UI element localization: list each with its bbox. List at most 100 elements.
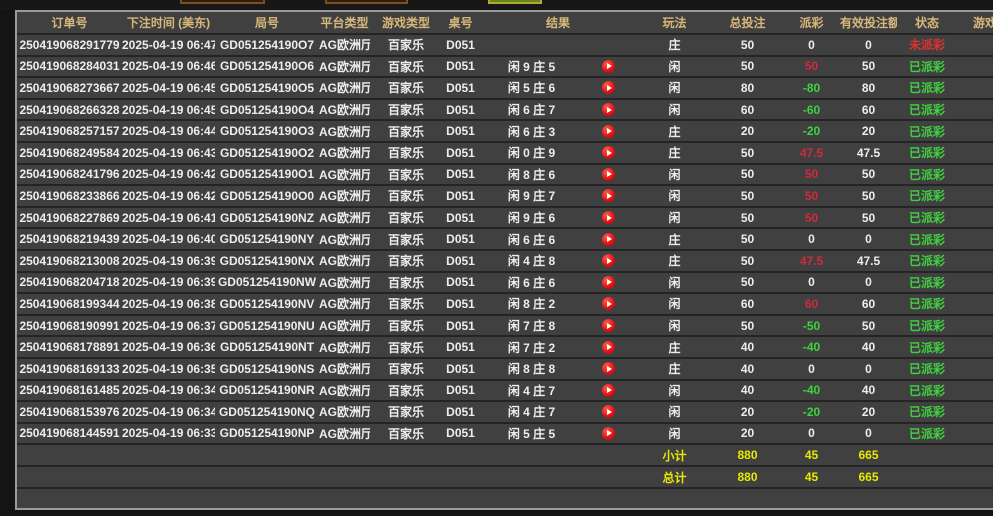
replay-icon[interactable] <box>602 276 615 289</box>
cell-valid-bet: 60 <box>840 103 897 117</box>
top-bar <box>0 0 993 10</box>
cell-status: 未派彩 <box>897 36 957 53</box>
cell-game-type: 百家乐 <box>370 79 442 96</box>
cell-order-number: 250419068219439 <box>17 232 122 246</box>
replay-icon[interactable] <box>602 362 615 375</box>
cell-result: 闲 5 庄 5 <box>479 425 637 442</box>
cell-bet-time: 2025-04-19 06:34:43 <box>122 383 215 397</box>
partial-button-1[interactable] <box>180 0 265 4</box>
header-round-number: 局号 <box>215 14 319 31</box>
partial-button-active[interactable] <box>488 0 542 4</box>
play-triangle-icon <box>607 409 612 415</box>
cell-platform-type: AG欧洲厅 <box>319 101 370 118</box>
cell-platform-type: AG欧洲厅 <box>319 360 370 377</box>
cell-payout: 0 <box>783 232 840 246</box>
cell-payout: 0 <box>783 38 840 52</box>
play-triangle-icon <box>607 366 612 372</box>
replay-icon[interactable] <box>602 211 615 224</box>
cell-table-number: D051 <box>442 297 479 311</box>
replay-icon[interactable] <box>602 103 615 116</box>
play-triangle-icon <box>607 323 612 329</box>
cell-game-type: 百家乐 <box>370 144 442 161</box>
cell-result: 闲 8 庄 2 <box>479 295 637 312</box>
replay-icon[interactable] <box>602 384 615 397</box>
play-triangle-icon <box>607 387 612 393</box>
header-status: 状态 <box>897 14 957 31</box>
replay-icon[interactable] <box>602 189 615 202</box>
cell-play-type: 闲 <box>637 425 712 442</box>
subtotal-valid-bet: 665 <box>840 448 897 462</box>
replay-icon[interactable] <box>602 297 615 310</box>
cell-platform-type: AG欧洲厅 <box>319 144 370 161</box>
cell-order-number: 250419068291779 <box>17 38 122 52</box>
cell-table-number: D051 <box>442 405 479 419</box>
cell-play-type: 闲 <box>637 403 712 420</box>
table-body: 250419068291779 2025-04-19 06:47:23 GD05… <box>17 35 993 445</box>
cell-status: 已派彩 <box>897 187 957 204</box>
cell-round-number: GD051254190O7 <box>215 38 319 52</box>
cell-total-bet: 50 <box>712 146 783 160</box>
cell-game-mode: - <box>957 38 993 52</box>
play-triangle-icon <box>607 344 612 350</box>
replay-icon[interactable] <box>602 125 615 138</box>
cell-platform-type: AG欧洲厅 <box>319 58 370 75</box>
replay-icon[interactable] <box>602 341 615 354</box>
cell-play-type: 闲 <box>637 295 712 312</box>
replay-icon[interactable] <box>602 427 615 440</box>
table-row: 250419068233866 2025-04-19 06:42:00 GD05… <box>17 186 993 208</box>
cell-status: 已派彩 <box>897 360 957 377</box>
play-triangle-icon <box>607 193 612 199</box>
cell-game-type: 百家乐 <box>370 274 442 291</box>
subtotal-payout: 45 <box>783 448 840 462</box>
play-triangle-icon <box>607 279 612 285</box>
replay-icon[interactable] <box>602 405 615 418</box>
subtotal-row: 小计 880 45 665 <box>17 445 993 467</box>
cell-round-number: GD051254190O3 <box>215 124 319 138</box>
replay-icon[interactable] <box>602 254 615 267</box>
table-row: 250419068178891 2025-04-19 06:36:24 GD05… <box>17 337 993 359</box>
replay-icon[interactable] <box>602 60 615 73</box>
cell-valid-bet: 20 <box>840 124 897 138</box>
cell-result: 闲 7 庄 2 <box>479 339 637 356</box>
cell-game-type: 百家乐 <box>370 166 442 183</box>
cell-order-number: 250419068161485 <box>17 383 122 397</box>
play-triangle-icon <box>607 258 612 264</box>
cell-payout: -20 <box>783 124 840 138</box>
table-header-row: 订单号 下注时间 (美东) 局号 平台类型 游戏类型 桌号 结果 玩法 总投注 … <box>17 12 993 35</box>
replay-icon[interactable] <box>602 319 615 332</box>
cell-payout: 47.5 <box>783 146 840 160</box>
cell-total-bet: 40 <box>712 383 783 397</box>
cell-bet-time: 2025-04-19 06:43:30 <box>122 146 215 160</box>
table-row: 250419068190991 2025-04-19 06:37:38 GD05… <box>17 316 993 338</box>
replay-icon[interactable] <box>602 168 615 181</box>
cell-payout: -40 <box>783 340 840 354</box>
partial-button-2[interactable] <box>325 0 408 4</box>
replay-icon[interactable] <box>602 146 615 159</box>
header-game-mode: 游戏模式 <box>957 14 993 31</box>
cell-total-bet: 20 <box>712 426 783 440</box>
result-text: 闲 5 庄 5 <box>479 425 584 442</box>
cell-total-bet: 50 <box>712 189 783 203</box>
replay-icon[interactable] <box>602 233 615 246</box>
cell-play-type: 庄 <box>637 360 712 377</box>
table-row: 250419068161485 2025-04-19 06:34:43 GD05… <box>17 381 993 403</box>
cell-status: 已派彩 <box>897 403 957 420</box>
cell-total-bet: 60 <box>712 103 783 117</box>
header-bet-time: 下注时间 (美东) <box>122 14 215 31</box>
cell-play-type: 闲 <box>637 317 712 334</box>
cell-table-number: D051 <box>442 362 479 376</box>
play-triangle-icon <box>607 301 612 307</box>
result-text: 闲 7 庄 2 <box>479 339 584 356</box>
table-row: 250419068273667 2025-04-19 06:45:44 GD05… <box>17 78 993 100</box>
cell-valid-bet: 0 <box>840 362 897 376</box>
cell-order-number: 250419068257157 <box>17 124 122 138</box>
grand-total-valid-bet: 665 <box>840 470 897 484</box>
cell-bet-time: 2025-04-19 06:37:38 <box>122 319 215 333</box>
cell-status: 已派彩 <box>897 79 957 96</box>
cell-total-bet: 50 <box>712 211 783 225</box>
cell-total-bet: 50 <box>712 59 783 73</box>
cell-bet-time: 2025-04-19 06:36:24 <box>122 340 215 354</box>
replay-icon[interactable] <box>602 81 615 94</box>
table-row: 250419068213008 2025-04-19 06:39:53 GD05… <box>17 251 993 273</box>
cell-bet-time: 2025-04-19 06:42:00 <box>122 189 215 203</box>
